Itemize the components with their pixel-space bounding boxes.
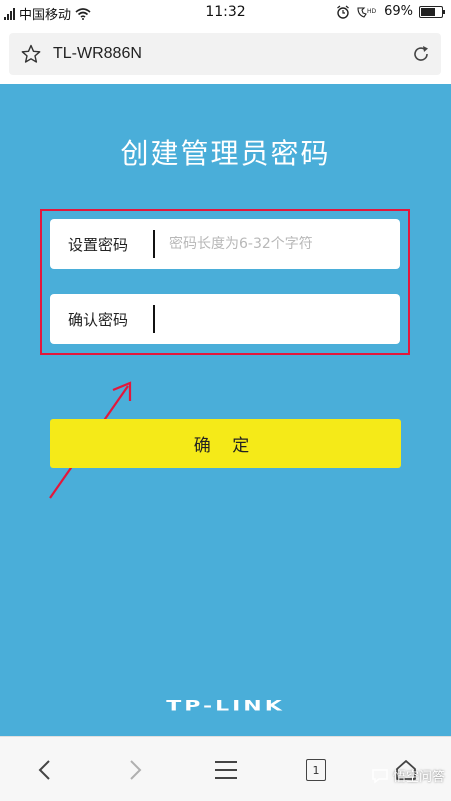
volte-icon: HD [357, 6, 377, 18]
back-button[interactable] [30, 755, 60, 785]
red-arrow-annotation [49, 381, 132, 499]
status-bar: 中国移动 11:32 HD 69% [0, 0, 451, 24]
alarm-icon [337, 5, 349, 19]
confirm-password-input[interactable] [169, 311, 369, 327]
star-icon[interactable] [21, 44, 41, 64]
battery-percent: 69% [384, 4, 413, 19]
set-password-input[interactable] [169, 236, 369, 252]
back-icon [38, 760, 50, 780]
menu-icon [215, 761, 237, 779]
menu-button[interactable] [211, 755, 241, 785]
chat-bubble-icon [372, 768, 388, 783]
forward-button[interactable] [120, 755, 150, 785]
page-title: 创建管理员密码 [120, 137, 331, 170]
watermark-text: 悟空问答 [392, 770, 445, 785]
address-bar[interactable]: TL-WR886N [9, 33, 441, 75]
watermark: 悟空问答 [371, 766, 445, 785]
set-password-label: 设置密码 [68, 235, 129, 254]
forward-icon [130, 760, 142, 780]
set-password-field[interactable]: 设置密码 [50, 219, 400, 269]
browser-toolbar: TL-WR886N [0, 24, 451, 84]
svg-text:HD: HD [367, 8, 377, 15]
reload-icon[interactable] [411, 44, 431, 64]
url-text[interactable]: TL-WR886N [53, 45, 142, 63]
confirm-button[interactable]: 确 定 [50, 419, 401, 468]
cursor-caret [153, 305, 155, 333]
tabs-button[interactable]: 1 [301, 755, 331, 785]
battery-icon [419, 5, 445, 18]
confirm-password-field[interactable]: 确认密码 [50, 294, 400, 344]
cursor-caret [153, 230, 155, 258]
tp-link-logo: TP-LINK [166, 698, 285, 715]
confirm-password-label: 确认密码 [68, 310, 129, 329]
tabs-icon: 1 [306, 759, 326, 781]
